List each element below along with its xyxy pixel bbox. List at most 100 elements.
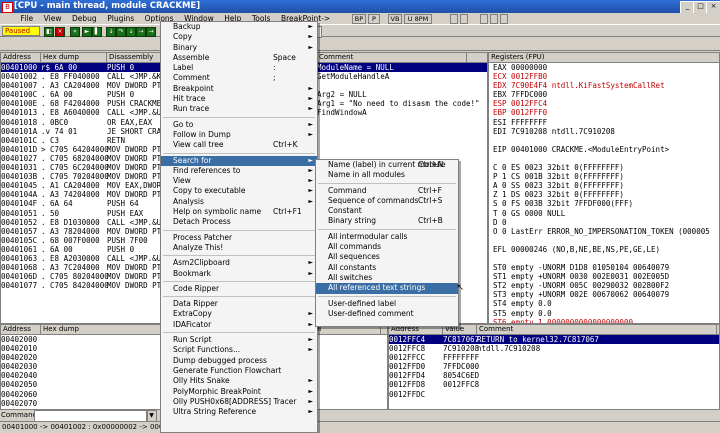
register-row[interactable]: ECX 0012FFB0 [489, 72, 719, 81]
register-row[interactable]: T 0 GS 0000 NULL [489, 209, 719, 218]
stack-row[interactable]: 0012FFC8 7C910208ntdll.7C910208 [389, 344, 719, 353]
register-row[interactable]: EDX 7C90E4F4 ntdll.KiFastSystemCallRet [489, 81, 719, 90]
search-item-sequence-of-commands[interactable]: Sequence of commands Ctrl+S [316, 196, 458, 206]
search-item-all-switches[interactable]: All switches [316, 273, 458, 283]
search-item-user-defined-label[interactable]: User-defined label [316, 299, 458, 309]
stack-row[interactable]: 0012FFD0 7FFDC000 [389, 362, 719, 371]
menu-debug[interactable]: Debug [68, 13, 101, 24]
toolbar-extra3-button[interactable] [480, 14, 488, 24]
register-row[interactable]: EAX 00000000 [489, 63, 719, 72]
menu-item-breakpoint[interactable]: Breakpoint ► [161, 84, 317, 94]
menu-item-ultra-string-reference[interactable]: Ultra String Reference ► [161, 407, 317, 417]
menu-item-run-trace[interactable]: Run trace ► [161, 104, 317, 114]
search-item-all-referenced-text-strings[interactable]: All referenced text strings ↖ [316, 283, 464, 294]
menu-item-assemble[interactable]: Assemble Space [161, 53, 317, 63]
menu-item-binary[interactable]: Binary ► [161, 43, 317, 53]
register-row[interactable]: EDI 7C910208 ntdll.7C910208 [489, 127, 719, 136]
menu-item-help-on-symbolic-name[interactable]: Help on symbolic name Ctrl+F1 [161, 207, 317, 217]
register-row[interactable]: S 0 FS 003B 32bit 7FFDF000(FFF) [489, 199, 719, 208]
menu-item-run-script[interactable]: Run Script ► [161, 335, 317, 345]
register-row[interactable]: A 0 SS 0023 32bit 0(FFFFFFFF) [489, 181, 719, 190]
menu-view[interactable]: View [40, 13, 66, 24]
menu-item-script-functions[interactable]: Script Functions... ► [161, 345, 317, 355]
menu-file[interactable]: File [17, 13, 38, 24]
register-row[interactable]: ESI FFFFFFFF [489, 118, 719, 127]
menu-plugins[interactable]: Plugins [103, 13, 138, 24]
pause-icon[interactable]: ▌ [92, 27, 102, 37]
open-icon[interactable]: ◧ [44, 27, 54, 37]
menu-item-code-ripper[interactable]: Code Ripper [161, 284, 317, 294]
stack-pane[interactable]: Address Value Comment 0012FFC4 7C817067RETU… [388, 324, 720, 410]
menu-item-analyze-this[interactable]: Analyze This! [161, 243, 317, 253]
menu-item-comment[interactable]: Comment; [161, 73, 317, 83]
col-hex-dump[interactable]: Hex dump [41, 53, 107, 62]
search-item-user-defined-comment[interactable]: User-defined comment [316, 309, 458, 319]
menu-item-find-references-to[interactable]: Find references to ► [161, 166, 317, 176]
menu-item-dump-debugged-process[interactable]: Dump debugged process [161, 356, 317, 366]
toolbar-u8pm-button[interactable]: U 8PM [404, 14, 432, 24]
menu-item-label[interactable]: Label: [161, 63, 317, 73]
register-row[interactable]: D 0 [489, 218, 719, 227]
menu-item-asm2clipboard[interactable]: Asm2Clipboard ► [161, 258, 317, 268]
search-item-all-commands[interactable]: All commands [316, 242, 458, 252]
register-row[interactable] [489, 236, 719, 245]
close-process-icon[interactable]: × [55, 27, 65, 37]
register-row[interactable]: ST3 empty +UNORM 002E 00670062 00640079 [489, 290, 719, 299]
menu-item-go-to[interactable]: Go to ► [161, 120, 317, 130]
menu-item-detach-process[interactable]: Detach Process [161, 217, 317, 227]
trace-into-icon[interactable]: ⇣ [126, 27, 136, 37]
stack-row[interactable]: 0012FFD8 0012FFC8 [389, 380, 719, 389]
register-row[interactable]: ST1 empty +UNORM 0030 002E0031 002E005D [489, 272, 719, 281]
toolbar-bp-button[interactable]: BP [352, 14, 366, 24]
register-row[interactable] [489, 254, 719, 263]
menu-item-search-for[interactable]: Search for ► [161, 155, 317, 166]
register-row[interactable]: ST2 empty -UNORM 005C 00290032 002800F2 [489, 281, 719, 290]
trace-over-icon[interactable]: ⇢ [136, 27, 146, 37]
search-item-binary-string[interactable]: Binary string Ctrl+B [316, 216, 458, 226]
menu-item-follow-in-dump[interactable]: Follow in Dump ► [161, 130, 317, 140]
step-over-icon[interactable]: ↷ [116, 27, 126, 37]
toolbar-vb-button[interactable]: VB [388, 14, 402, 24]
col-address[interactable]: Address [1, 53, 41, 62]
menu-item-idaficator[interactable]: IDAFicator ► [161, 320, 317, 330]
menu-item-extracopy[interactable]: ExtraCopy ► [161, 309, 317, 319]
menu-item-hit-trace[interactable]: Hit trace ► [161, 94, 317, 104]
register-row[interactable]: EFL 00000246 (NO,B,NE,BE,NS,PE,GE,LE) [489, 245, 719, 254]
menu-item-bookmark[interactable]: Bookmark ► [161, 269, 317, 279]
menu-item-analysis[interactable]: Analysis ► [161, 197, 317, 207]
menu-item-view[interactable]: View ► [161, 176, 317, 186]
step-into-icon[interactable]: ↓ [106, 27, 116, 37]
col-comment[interactable]: Comment [317, 53, 467, 62]
stack-row[interactable]: 0012FFDC [389, 390, 719, 399]
register-row[interactable] [489, 136, 719, 145]
search-item-constant[interactable]: Constant [316, 206, 458, 216]
register-row[interactable]: Z 1 DS 0023 32bit 0(FFFFFFFF) [489, 190, 719, 199]
register-row[interactable]: EBX 7FFDC000 [489, 90, 719, 99]
menu-item-copy[interactable]: Copy ► [161, 32, 317, 42]
register-row[interactable]: ST4 empty 0.0 [489, 299, 719, 308]
toolbar-p-button[interactable]: P [368, 14, 380, 24]
menu-item-olly-hits-snake[interactable]: Olly Hits Snake ► [161, 376, 317, 386]
toolbar-extra2-button[interactable] [460, 14, 468, 24]
register-row[interactable] [489, 154, 719, 163]
execute-till-return-icon[interactable]: → [146, 27, 156, 37]
toolbar-extra4-button[interactable] [490, 14, 498, 24]
register-row[interactable]: EBP 0012FFF0 [489, 108, 719, 117]
search-item-name-in-all-modules[interactable]: Name in all modules [316, 170, 458, 180]
menu-item-process-patcher[interactable]: Process Patcher [161, 233, 317, 243]
search-item-all-sequences[interactable]: All sequences [316, 252, 458, 262]
restart-icon[interactable]: « [70, 27, 80, 37]
stack-row[interactable]: 0012FFCC FFFFFFFF [389, 353, 719, 362]
register-row[interactable]: ST0 empty -UNORM D1D8 01050104 00640079 [489, 263, 719, 272]
search-item-all-constants[interactable]: All constants [316, 263, 458, 273]
register-row[interactable]: O 0 LastErr ERROR_NO_IMPERSONATION_TOKEN… [489, 227, 719, 236]
stack-row[interactable]: 0012FFD4 8054C6ED [389, 371, 719, 380]
stack-col-comment[interactable]: Comment [477, 325, 717, 334]
dump-col-address[interactable]: Address [1, 325, 41, 334]
register-row[interactable]: P 1 CS 001B 32bit 0(FFFFFFFF) [489, 172, 719, 181]
menu-item-view-call-tree[interactable]: View call tree Ctrl+K [161, 140, 317, 150]
toolbar-extra5-button[interactable] [500, 14, 508, 24]
menu-item-olly-push0x68-address-tracer[interactable]: Olly PUSH0x68[ADDRESS] Tracer ► [161, 397, 317, 407]
menu-item-backup[interactable]: Backup ► [161, 22, 317, 32]
menu-item-generate-function-flowchart[interactable]: Generate Function Flowchart [161, 366, 317, 376]
